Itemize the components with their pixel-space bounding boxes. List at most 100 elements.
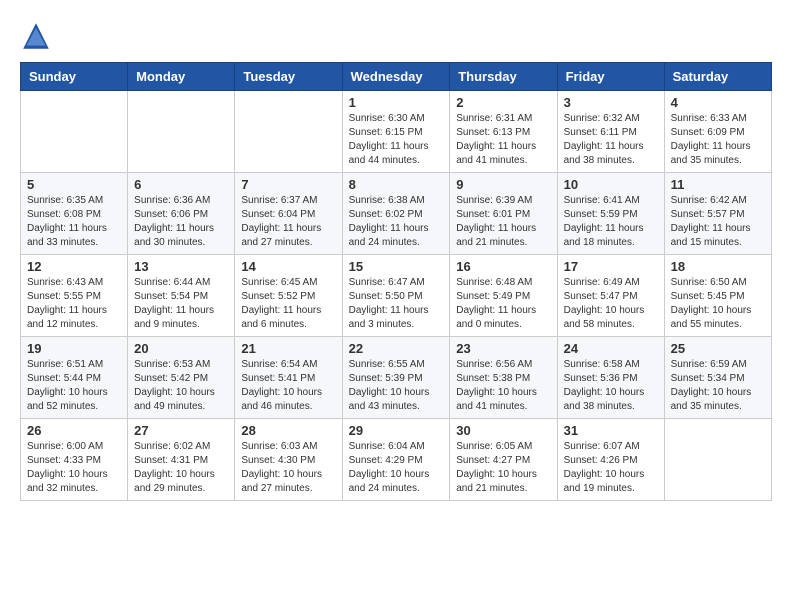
- day-info: Sunrise: 6:00 AM Sunset: 4:33 PM Dayligh…: [27, 440, 121, 496]
- day-number: 22: [349, 341, 444, 356]
- calendar-cell: 29 Sunrise: 6:04 AM Sunset: 4:29 PM Dayli…: [342, 419, 450, 501]
- day-number: 18: [671, 259, 765, 274]
- day-info: Sunrise: 6:50 AM Sunset: 5:45 PM Dayligh…: [671, 276, 765, 332]
- calendar-cell: 21 Sunrise: 6:54 AM Sunset: 5:41 PM Dayli…: [235, 337, 342, 419]
- day-number: 25: [671, 341, 765, 356]
- calendar-week-row: 12 Sunrise: 6:43 AM Sunset: 5:55 PM Dayli…: [21, 255, 772, 337]
- day-number: 28: [241, 423, 335, 438]
- logo: [20, 20, 56, 52]
- calendar-cell: 6Sunrise: 6:36 AM Sunset: 6:06 PM Daylig…: [128, 173, 235, 255]
- day-number: 29: [349, 423, 444, 438]
- calendar-cell: 20 Sunrise: 6:53 AM Sunset: 5:42 PM Dayli…: [128, 337, 235, 419]
- calendar-cell: 16 Sunrise: 6:48 AM Sunset: 5:49 PM Dayli…: [450, 255, 557, 337]
- calendar-week-row: 5 Sunrise: 6:35 AM Sunset: 6:08 PM Daylig…: [21, 173, 772, 255]
- day-number: 6: [134, 177, 228, 192]
- day-info: Sunrise: 6:54 AM Sunset: 5:41 PM Dayligh…: [241, 358, 335, 414]
- calendar-cell: 4 Sunrise: 6:33 AM Sunset: 6:09 PM Daylig…: [664, 91, 771, 173]
- day-of-week-header: Thursday: [450, 63, 557, 91]
- day-of-week-header: Saturday: [664, 63, 771, 91]
- calendar-cell: 10 Sunrise: 6:41 AM Sunset: 5:59 PM Dayli…: [557, 173, 664, 255]
- day-number: 2: [456, 95, 550, 110]
- calendar-cell: 30 Sunrise: 6:05 AM Sunset: 4:27 PM Dayli…: [450, 419, 557, 501]
- calendar-header-row: SundayMondayTuesdayWednesdayThursdayFrid…: [21, 63, 772, 91]
- day-number: 16: [456, 259, 550, 274]
- calendar-week-row: 26 Sunrise: 6:00 AM Sunset: 4:33 PM Dayli…: [21, 419, 772, 501]
- day-number: 17: [564, 259, 658, 274]
- calendar-cell: 11Sunrise: 6:42 AM Sunset: 5:57 PM Dayli…: [664, 173, 771, 255]
- calendar-cell: [235, 91, 342, 173]
- logo-icon: [20, 20, 52, 52]
- calendar-cell: [664, 419, 771, 501]
- calendar-cell: 17 Sunrise: 6:49 AM Sunset: 5:47 PM Dayli…: [557, 255, 664, 337]
- calendar-cell: 12 Sunrise: 6:43 AM Sunset: 5:55 PM Dayli…: [21, 255, 128, 337]
- day-info: Sunrise: 6:48 AM Sunset: 5:49 PM Dayligh…: [456, 276, 550, 332]
- calendar-cell: 24Sunrise: 6:58 AM Sunset: 5:36 PM Dayli…: [557, 337, 664, 419]
- day-number: 11: [671, 177, 765, 192]
- day-info: Sunrise: 6:55 AM Sunset: 5:39 PM Dayligh…: [349, 358, 444, 414]
- day-info: Sunrise: 6:05 AM Sunset: 4:27 PM Dayligh…: [456, 440, 550, 496]
- day-number: 10: [564, 177, 658, 192]
- day-info: Sunrise: 6:04 AM Sunset: 4:29 PM Dayligh…: [349, 440, 444, 496]
- day-info: Sunrise: 6:45 AM Sunset: 5:52 PM Dayligh…: [241, 276, 335, 332]
- day-of-week-header: Friday: [557, 63, 664, 91]
- calendar-cell: 26 Sunrise: 6:00 AM Sunset: 4:33 PM Dayli…: [21, 419, 128, 501]
- day-number: 30: [456, 423, 550, 438]
- calendar-cell: 9 Sunrise: 6:39 AM Sunset: 6:01 PM Daylig…: [450, 173, 557, 255]
- day-info: Sunrise: 6:51 AM Sunset: 5:44 PM Dayligh…: [27, 358, 121, 414]
- day-number: 9: [456, 177, 550, 192]
- day-info: Sunrise: 6:39 AM Sunset: 6:01 PM Dayligh…: [456, 194, 550, 250]
- day-info: Sunrise: 6:56 AM Sunset: 5:38 PM Dayligh…: [456, 358, 550, 414]
- day-number: 14: [241, 259, 335, 274]
- day-number: 24: [564, 341, 658, 356]
- day-number: 20: [134, 341, 228, 356]
- day-of-week-header: Wednesday: [342, 63, 450, 91]
- day-info: Sunrise: 6:30 AM Sunset: 6:15 PM Dayligh…: [349, 112, 444, 168]
- day-number: 3: [564, 95, 658, 110]
- day-info: Sunrise: 6:53 AM Sunset: 5:42 PM Dayligh…: [134, 358, 228, 414]
- day-of-week-header: Sunday: [21, 63, 128, 91]
- calendar-cell: 5 Sunrise: 6:35 AM Sunset: 6:08 PM Daylig…: [21, 173, 128, 255]
- day-number: 23: [456, 341, 550, 356]
- day-number: 21: [241, 341, 335, 356]
- day-info: Sunrise: 6:41 AM Sunset: 5:59 PM Dayligh…: [564, 194, 658, 250]
- day-info: Sunrise: 6:59 AM Sunset: 5:34 PM Dayligh…: [671, 358, 765, 414]
- day-number: 26: [27, 423, 121, 438]
- day-info: Sunrise: 6:49 AM Sunset: 5:47 PM Dayligh…: [564, 276, 658, 332]
- day-info: Sunrise: 6:07 AM Sunset: 4:26 PM Dayligh…: [564, 440, 658, 496]
- day-number: 12: [27, 259, 121, 274]
- calendar-cell: 25 Sunrise: 6:59 AM Sunset: 5:34 PM Dayli…: [664, 337, 771, 419]
- page-header: [20, 20, 772, 52]
- day-info: Sunrise: 6:43 AM Sunset: 5:55 PM Dayligh…: [27, 276, 121, 332]
- day-number: 27: [134, 423, 228, 438]
- calendar-cell: 18 Sunrise: 6:50 AM Sunset: 5:45 PM Dayli…: [664, 255, 771, 337]
- day-of-week-header: Tuesday: [235, 63, 342, 91]
- calendar-cell: 15Sunrise: 6:47 AM Sunset: 5:50 PM Dayli…: [342, 255, 450, 337]
- day-info: Sunrise: 6:35 AM Sunset: 6:08 PM Dayligh…: [27, 194, 121, 250]
- calendar-cell: 2 Sunrise: 6:31 AM Sunset: 6:13 PM Daylig…: [450, 91, 557, 173]
- calendar-cell: 1Sunrise: 6:30 AM Sunset: 6:15 PM Daylig…: [342, 91, 450, 173]
- calendar-cell: 8Sunrise: 6:38 AM Sunset: 6:02 PM Daylig…: [342, 173, 450, 255]
- calendar-cell: 23 Sunrise: 6:56 AM Sunset: 5:38 PM Dayli…: [450, 337, 557, 419]
- calendar-week-row: 1Sunrise: 6:30 AM Sunset: 6:15 PM Daylig…: [21, 91, 772, 173]
- day-number: 5: [27, 177, 121, 192]
- calendar-cell: 7 Sunrise: 6:37 AM Sunset: 6:04 PM Daylig…: [235, 173, 342, 255]
- calendar-cell: 31Sunrise: 6:07 AM Sunset: 4:26 PM Dayli…: [557, 419, 664, 501]
- day-number: 7: [241, 177, 335, 192]
- day-number: 13: [134, 259, 228, 274]
- calendar-cell: 13Sunrise: 6:44 AM Sunset: 5:54 PM Dayli…: [128, 255, 235, 337]
- day-number: 19: [27, 341, 121, 356]
- calendar-cell: 19 Sunrise: 6:51 AM Sunset: 5:44 PM Dayli…: [21, 337, 128, 419]
- day-number: 4: [671, 95, 765, 110]
- day-info: Sunrise: 6:03 AM Sunset: 4:30 PM Dayligh…: [241, 440, 335, 496]
- calendar-cell: 3 Sunrise: 6:32 AM Sunset: 6:11 PM Daylig…: [557, 91, 664, 173]
- day-info: Sunrise: 6:31 AM Sunset: 6:13 PM Dayligh…: [456, 112, 550, 168]
- day-info: Sunrise: 6:33 AM Sunset: 6:09 PM Dayligh…: [671, 112, 765, 168]
- day-number: 8: [349, 177, 444, 192]
- calendar-table: SundayMondayTuesdayWednesdayThursdayFrid…: [20, 62, 772, 501]
- calendar-cell: 22 Sunrise: 6:55 AM Sunset: 5:39 PM Dayli…: [342, 337, 450, 419]
- day-info: Sunrise: 6:37 AM Sunset: 6:04 PM Dayligh…: [241, 194, 335, 250]
- calendar-cell: 28 Sunrise: 6:03 AM Sunset: 4:30 PM Dayli…: [235, 419, 342, 501]
- calendar-cell: 14 Sunrise: 6:45 AM Sunset: 5:52 PM Dayli…: [235, 255, 342, 337]
- day-info: Sunrise: 6:32 AM Sunset: 6:11 PM Dayligh…: [564, 112, 658, 168]
- calendar-cell: 27Sunrise: 6:02 AM Sunset: 4:31 PM Dayli…: [128, 419, 235, 501]
